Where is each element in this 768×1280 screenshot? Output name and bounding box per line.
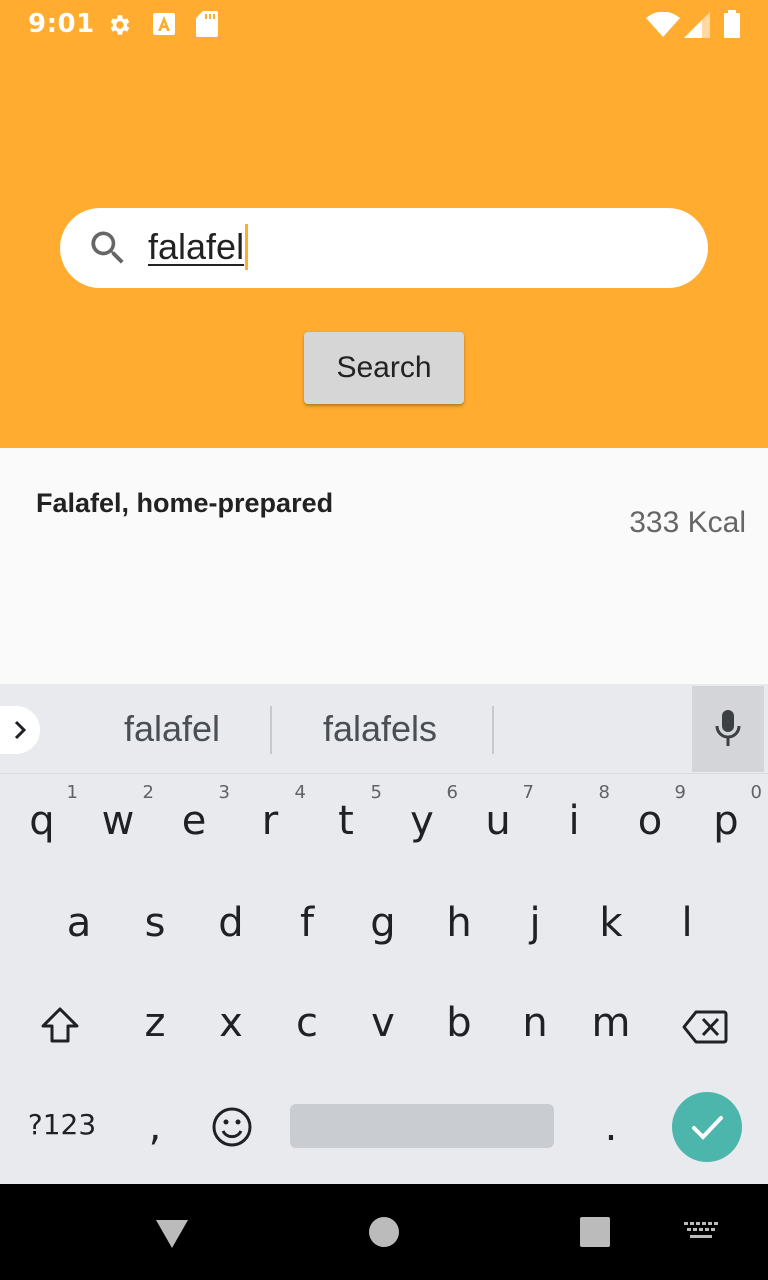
- key-h[interactable]: h: [421, 878, 497, 978]
- spacebar-key[interactable]: [290, 1104, 554, 1148]
- key-w[interactable]: w2: [80, 776, 156, 876]
- key-e[interactable]: e3: [156, 776, 232, 876]
- key-m[interactable]: m: [573, 978, 649, 1078]
- result-calories: 333 Kcal: [629, 506, 746, 539]
- suggestion-2[interactable]: falafels: [280, 708, 480, 750]
- checkmark-icon: [692, 1116, 723, 1140]
- period-key[interactable]: .: [573, 1080, 649, 1180]
- chevron-right-icon: [14, 720, 27, 740]
- key-d[interactable]: d: [193, 878, 269, 978]
- key-s[interactable]: s: [117, 878, 193, 978]
- key-v[interactable]: v: [345, 978, 421, 1078]
- soft-keyboard: falafel falafels q1 w2 e3 r4 t5 y6 u7 i8…: [0, 684, 768, 1184]
- recents-icon[interactable]: [580, 1217, 610, 1252]
- battery-icon: [724, 10, 740, 43]
- backspace-icon: [682, 1010, 728, 1044]
- navigation-bar: [0, 1184, 768, 1280]
- signal-icon: [684, 12, 710, 43]
- key-f[interactable]: f: [269, 878, 345, 978]
- key-z[interactable]: z: [117, 978, 193, 1078]
- search-icon: [86, 226, 130, 275]
- voice-input-button[interactable]: [692, 686, 764, 772]
- key-l[interactable]: l: [649, 878, 725, 978]
- microphone-icon: [715, 710, 741, 746]
- symbols-key[interactable]: ?123: [22, 1080, 102, 1180]
- text-caret: [245, 224, 249, 271]
- result-food-name: Falafel, home-prepared: [36, 488, 334, 518]
- gear-icon: [106, 12, 132, 43]
- key-r[interactable]: r4: [232, 776, 308, 876]
- wifi-icon: [646, 11, 680, 43]
- search-button[interactable]: Search: [304, 332, 464, 404]
- key-n[interactable]: n: [497, 978, 573, 1078]
- search-input[interactable]: falafel: [148, 224, 249, 272]
- suggestion-1[interactable]: falafel: [72, 708, 272, 750]
- sd-card-icon: [196, 11, 218, 42]
- key-b[interactable]: b: [421, 978, 497, 1078]
- enter-key[interactable]: [672, 1092, 742, 1162]
- key-p[interactable]: p0: [688, 776, 764, 876]
- comma-key[interactable]: ,: [117, 1080, 193, 1180]
- suggestion-strip: falafel falafels: [0, 684, 768, 774]
- key-t[interactable]: t5: [308, 776, 384, 876]
- key-c[interactable]: c: [269, 978, 345, 1078]
- emoji-icon: [212, 1107, 252, 1147]
- expand-toolbar-button[interactable]: [0, 706, 40, 754]
- key-x[interactable]: x: [193, 978, 269, 1078]
- shift-icon: [41, 1007, 79, 1043]
- keyboard-switch-icon[interactable]: [684, 1222, 718, 1247]
- suggestion-divider: [270, 706, 272, 754]
- key-g[interactable]: g: [345, 878, 421, 978]
- key-a[interactable]: a: [41, 878, 117, 978]
- result-item[interactable]: Falafel, home-prepared 333 Kcal: [0, 448, 768, 684]
- key-u[interactable]: u7: [460, 776, 536, 876]
- search-box[interactable]: falafel: [60, 208, 708, 288]
- back-icon[interactable]: [154, 1218, 190, 1255]
- key-y[interactable]: y6: [384, 776, 460, 876]
- key-j[interactable]: j: [497, 878, 573, 978]
- key-k[interactable]: k: [573, 878, 649, 978]
- backspace-key[interactable]: [668, 978, 744, 1078]
- home-icon[interactable]: [368, 1216, 400, 1253]
- font-a-icon: [152, 12, 176, 41]
- emoji-key[interactable]: [194, 1080, 270, 1180]
- shift-key[interactable]: [22, 978, 98, 1078]
- status-time: 9:01: [28, 9, 95, 39]
- key-i[interactable]: i8: [536, 776, 612, 876]
- search-header: falafel Search: [0, 48, 768, 448]
- key-o[interactable]: o9: [612, 776, 688, 876]
- search-query-text: falafel: [148, 226, 245, 267]
- status-bar: 9:01: [0, 0, 768, 48]
- key-q[interactable]: q1: [4, 776, 80, 876]
- suggestion-divider: [492, 706, 494, 754]
